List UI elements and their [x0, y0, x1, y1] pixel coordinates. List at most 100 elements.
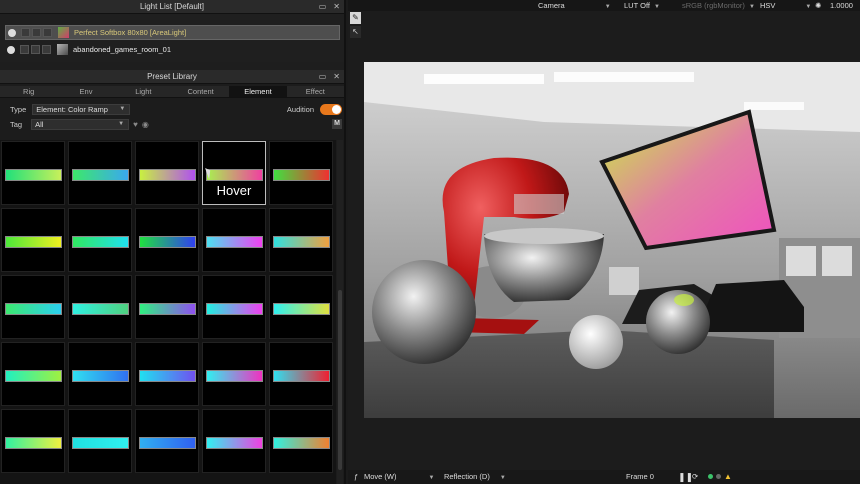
color-ramp-preset[interactable]: Hover: [202, 141, 266, 205]
light-name: Perfect Softbox 80x80 [AreaLight]: [74, 28, 187, 37]
viewer-tools: ✎ ↖: [350, 12, 362, 40]
m-button[interactable]: M: [332, 119, 342, 129]
color-ramp-preset[interactable]: [135, 409, 199, 473]
light-row[interactable]: Perfect Softbox 80x80 [AreaLight]: [5, 25, 340, 40]
tab-effect[interactable]: Effect: [287, 86, 344, 97]
tab-content[interactable]: Content: [172, 86, 229, 97]
hover-label: Hover: [216, 183, 252, 198]
eye-icon[interactable]: ◉: [142, 120, 149, 129]
type-select-value: Element: Color Ramp: [36, 104, 108, 114]
scrollbar[interactable]: [337, 140, 343, 484]
preset-library-title-bar: Preset Library ▭ ✕: [0, 70, 344, 84]
type-select[interactable]: Element: Color Ramp ▼: [32, 103, 131, 115]
render-image: [364, 62, 860, 418]
float-icon[interactable]: ▭: [319, 0, 327, 14]
move-select[interactable]: Move (W) ▼: [364, 470, 434, 484]
color-ramp-preset[interactable]: [68, 208, 132, 272]
camera-label: Camera: [538, 1, 565, 10]
color-ramp-swatch: [72, 437, 129, 449]
color-ramp-swatch: [273, 236, 330, 248]
refresh-icon[interactable]: ⟳: [692, 470, 698, 484]
light-thumbnail: [58, 27, 69, 38]
color-ramp-preset[interactable]: [202, 208, 266, 272]
color-ramp-preset[interactable]: [269, 141, 333, 205]
options-button[interactable]: [42, 45, 51, 54]
color-ramp-swatch: [5, 169, 62, 181]
color-ramp-preset[interactable]: [135, 208, 199, 272]
select-tool-icon[interactable]: ↖: [350, 26, 361, 38]
heart-icon[interactable]: ♥: [133, 120, 138, 129]
exposure-value[interactable]: 1.0000: [830, 0, 853, 11]
preset-tabs: Rig Env Light Content Element Effect: [0, 86, 344, 98]
visibility-icon[interactable]: [7, 45, 15, 54]
lock-button[interactable]: [31, 45, 40, 54]
status-dot: [716, 470, 721, 484]
tab-rig[interactable]: Rig: [0, 86, 57, 97]
color-ramp-preset[interactable]: [68, 275, 132, 339]
type-row: Type Element: Color Ramp ▼ Audition: [0, 102, 344, 116]
camera-select[interactable]: Camera ▼: [538, 0, 611, 13]
color-ramp-preset[interactable]: [68, 342, 132, 406]
color-ramp-swatch: [273, 169, 330, 181]
status-ok-dot: [708, 470, 713, 484]
options-button[interactable]: [43, 28, 52, 37]
tag-select[interactable]: All ▼: [31, 118, 130, 130]
visibility-icon[interactable]: [8, 28, 16, 37]
color-ramp-swatch: [273, 303, 330, 315]
color-ramp-preset[interactable]: [269, 409, 333, 473]
color-ramp-swatch: [72, 236, 129, 248]
color-ramp-preset[interactable]: [1, 141, 65, 205]
color-ramp-preset[interactable]: [202, 409, 266, 473]
color-ramp-swatch: [139, 236, 196, 248]
color-ramp-preset[interactable]: [68, 141, 132, 205]
color-ramp-swatch: [139, 303, 196, 315]
light-list-title-bar: Light List [Default] ▭ ✕: [0, 0, 344, 14]
color-ramp-swatch: [206, 236, 263, 248]
color-ramp-preset[interactable]: [135, 275, 199, 339]
color-ramp-preset[interactable]: [1, 342, 65, 406]
solo-button[interactable]: [20, 45, 29, 54]
close-icon[interactable]: ✕: [333, 0, 340, 14]
tab-light[interactable]: Light: [115, 86, 172, 97]
chevron-down-icon: ▼: [119, 105, 126, 112]
color-ramp-preset[interactable]: [1, 409, 65, 473]
color-ramp-preset[interactable]: [269, 342, 333, 406]
color-ramp-preset[interactable]: [68, 409, 132, 473]
tab-env[interactable]: Env: [57, 86, 114, 97]
light-list-title: Light List [Default]: [139, 2, 205, 11]
color-ramp-swatch: [273, 437, 330, 449]
viewer-toolbar: Camera ▼ LUT Off ▼ sRGB (rgbMonitor) ▼ HSV ▼…: [348, 0, 860, 11]
viewer-status-bar: ƒ Move (W) ▼ Reflection (D) ▼ Frame 0 ❚❚ ⟳…: [348, 470, 860, 484]
tab-element[interactable]: Element: [229, 86, 287, 97]
reflection-select[interactable]: Reflection (D) ▼: [444, 470, 506, 484]
exposure-icon[interactable]: ✺: [815, 0, 821, 11]
tag-row: Tag All ▼ ♥ ◉ M: [0, 117, 344, 131]
render-viewport[interactable]: [364, 62, 860, 418]
brush-icon[interactable]: ƒ: [354, 470, 358, 484]
lut-select[interactable]: LUT Off ▼: [624, 0, 660, 13]
colorspace-select[interactable]: sRGB (rgbMonitor) ▼: [682, 0, 755, 13]
color-mode-select[interactable]: HSV ▼: [760, 0, 811, 13]
lut-label: LUT Off: [624, 1, 650, 10]
color-ramp-swatch: [5, 437, 62, 449]
color-ramp-preset[interactable]: [135, 141, 199, 205]
color-ramp-preset[interactable]: [269, 275, 333, 339]
pause-icon[interactable]: ❚❚: [678, 470, 693, 484]
color-ramp-preset[interactable]: [202, 342, 266, 406]
color-ramp-preset[interactable]: [135, 342, 199, 406]
color-ramp-preset[interactable]: [1, 208, 65, 272]
float-icon[interactable]: ▭: [319, 70, 327, 84]
brush-tool-icon[interactable]: ✎: [350, 12, 361, 24]
color-ramp-preset[interactable]: [1, 275, 65, 339]
color-ramp-preset[interactable]: [202, 275, 266, 339]
light-row[interactable]: abandoned_games_room_01: [5, 42, 340, 57]
lock-button[interactable]: [32, 28, 41, 37]
color-ramp-swatch: [72, 303, 129, 315]
tag-select-value: All: [35, 119, 44, 129]
close-icon[interactable]: ✕: [333, 70, 340, 84]
audition-toggle[interactable]: [320, 103, 342, 115]
solo-button[interactable]: [21, 28, 30, 37]
scrollbar-thumb[interactable]: [338, 290, 342, 470]
warning-icon[interactable]: ▲: [724, 470, 732, 484]
color-ramp-preset[interactable]: [269, 208, 333, 272]
